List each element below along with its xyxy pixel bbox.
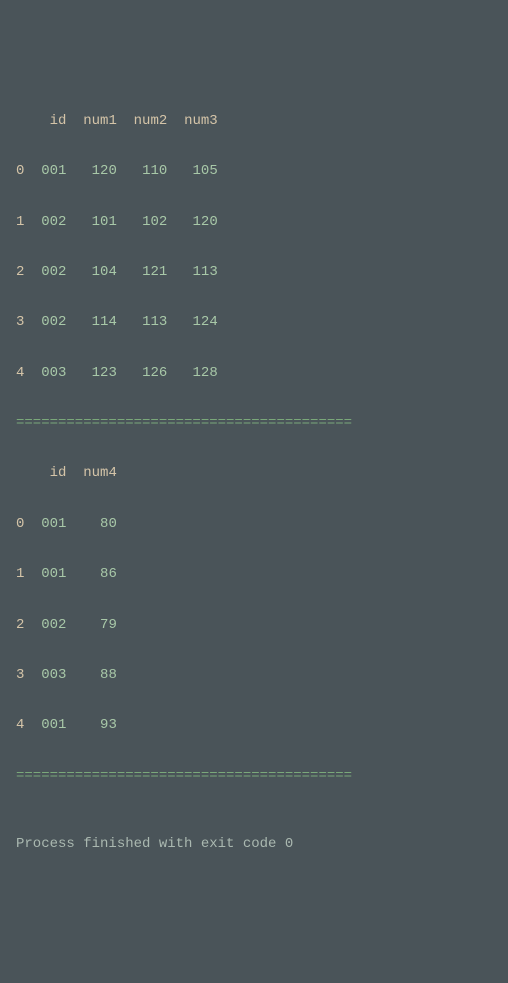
table1-row: 4 003 123 126 128 [16, 361, 492, 386]
exit-message: Process finished with exit code 0 [16, 832, 492, 857]
table2-row: 3 003 88 [16, 663, 492, 688]
table1-row: 2 002 104 121 113 [16, 260, 492, 285]
table2-row: 0 001 80 [16, 512, 492, 537]
table2-row: 2 002 79 [16, 613, 492, 638]
table1-row: 3 002 114 113 124 [16, 310, 492, 335]
table2-header: id num4 [16, 461, 492, 486]
divider: ======================================== [16, 764, 492, 789]
table1-row: 0 001 120 110 105 [16, 159, 492, 184]
table2-row: 4 001 93 [16, 713, 492, 738]
divider: ======================================== [16, 411, 492, 436]
table1-header: id num1 num2 num3 [16, 109, 492, 134]
table2-row: 1 001 86 [16, 562, 492, 587]
table1-row: 1 002 101 102 120 [16, 210, 492, 235]
